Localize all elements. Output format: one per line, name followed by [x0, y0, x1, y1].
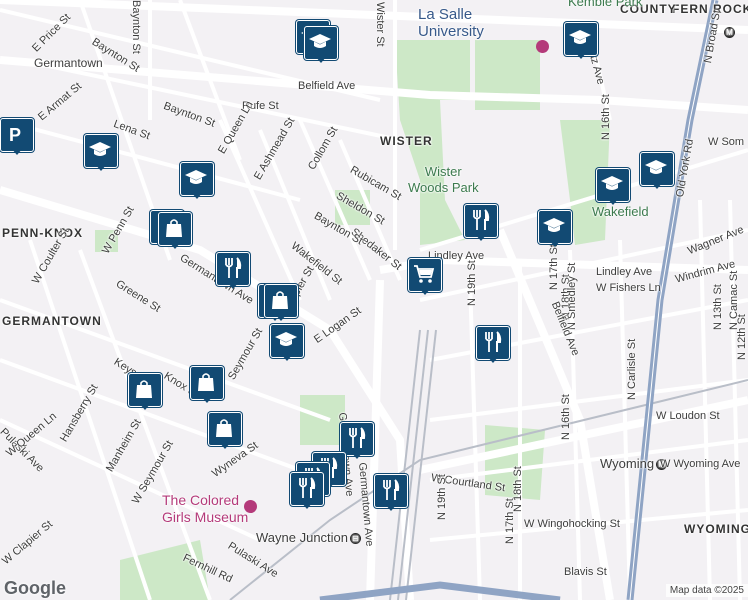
fork-knife-icon	[473, 209, 490, 230]
place-germantown: GERMANTOWN	[2, 314, 102, 328]
street-label: N 19th St	[436, 474, 448, 520]
shopping-cart-icon	[414, 265, 435, 283]
wyoming-station-label[interactable]: Wyoming M	[600, 456, 669, 471]
shopping-pin[interactable]	[208, 412, 242, 450]
street-label: N 18th St	[512, 466, 524, 512]
restaurant-pin[interactable]	[464, 204, 498, 242]
shopping-bag-icon	[198, 373, 214, 391]
la-salle-university-label[interactable]: La Salle University	[418, 6, 484, 40]
restaurant-pin[interactable]	[476, 326, 510, 364]
school-pin[interactable]	[304, 26, 338, 64]
grocery-pin[interactable]	[408, 258, 442, 296]
street-label: N 16th St	[560, 394, 572, 440]
street-label: W Wingohocking St	[524, 518, 620, 530]
graduation-cap-icon	[601, 176, 623, 190]
street-label: N 12th St	[736, 314, 748, 360]
school-pin[interactable]	[640, 152, 674, 190]
shopping-pin[interactable]	[158, 212, 192, 250]
fork-knife-icon	[485, 331, 502, 352]
school-pin[interactable]	[180, 162, 214, 200]
subway-icon-top: M	[722, 26, 737, 38]
wayne-junction-label[interactable]: Wayne Junction ⊟	[256, 530, 363, 545]
street-label: N 17th St	[548, 244, 560, 290]
street-label: W Loudon St	[656, 410, 720, 422]
shopping-bag-icon	[272, 291, 288, 309]
graduation-cap-icon	[185, 170, 207, 184]
wakefield-park-label[interactable]: Wakefield	[592, 204, 649, 219]
graduation-cap-icon	[89, 142, 111, 156]
place-wister: WISTER	[380, 134, 433, 148]
map-attribution[interactable]: Map data ©2025	[665, 584, 748, 597]
restaurant-pin[interactable]	[216, 252, 250, 290]
parking-pin[interactable]: P	[0, 118, 34, 156]
street-label: N 19th St	[466, 260, 478, 306]
parking-icon: P	[9, 125, 21, 145]
restaurant-pin[interactable]	[290, 472, 324, 510]
google-logo: Google	[4, 578, 66, 598]
train-station-icon: ⊟	[350, 533, 362, 545]
shopping-bag-icon	[216, 419, 232, 437]
street-label: N Carlisle St	[626, 338, 638, 400]
street-label: W Wyoming Ave	[660, 458, 741, 470]
street-label: W Som	[708, 136, 745, 148]
museum-icon	[244, 500, 260, 513]
street-label: W Fishers Ln	[596, 282, 661, 294]
street-label: Belfield Ave	[298, 80, 356, 92]
shopping-bag-icon	[166, 219, 182, 237]
restaurant-pin[interactable]	[374, 474, 408, 512]
shopping-pin[interactable]	[190, 366, 224, 404]
graduation-cap-icon	[569, 30, 591, 44]
shopping-bag-icon	[136, 380, 152, 398]
fork-knife-icon	[349, 427, 366, 448]
map-canvas[interactable]: Germantown PENN-KNOX GERMANTOWN WISTER W…	[0, 0, 748, 600]
shopping-pin[interactable]	[264, 284, 298, 322]
graduation-cap-icon	[543, 218, 565, 232]
fork-knife-icon	[225, 257, 242, 278]
fork-knife-icon	[383, 479, 400, 500]
colored-girls-museum-label[interactable]: The Colored Girls Museum	[162, 492, 248, 526]
street-label: N 13th St	[712, 284, 724, 330]
school-pin[interactable]	[84, 134, 118, 172]
school-pin[interactable]	[596, 168, 630, 206]
svg-text:P: P	[9, 125, 21, 145]
graduation-cap-icon	[275, 332, 297, 346]
place-wyoming: WYOMING	[684, 522, 748, 536]
street-label: Wister St	[374, 2, 386, 47]
fork-knife-icon	[299, 477, 316, 498]
school-pin[interactable]	[564, 22, 598, 60]
graduation-cap-icon	[309, 34, 331, 48]
place-germantown-north: Germantown	[34, 56, 103, 70]
school-pin[interactable]	[270, 324, 304, 362]
school-pin[interactable]	[538, 210, 572, 248]
street-label: N 16th St	[600, 94, 612, 140]
street-label: Blavis St	[564, 566, 607, 578]
shopping-pin[interactable]	[128, 373, 162, 411]
street-label: Baynton St	[130, 0, 142, 54]
graduation-cap-icon	[645, 160, 667, 174]
wister-woods-park-label[interactable]: Wister Woods Park	[408, 164, 479, 196]
street-label: Lindley Ave	[596, 266, 653, 278]
kemble-park-label[interactable]: Kemble Park	[568, 0, 642, 9]
la-salle-icon	[536, 40, 552, 53]
